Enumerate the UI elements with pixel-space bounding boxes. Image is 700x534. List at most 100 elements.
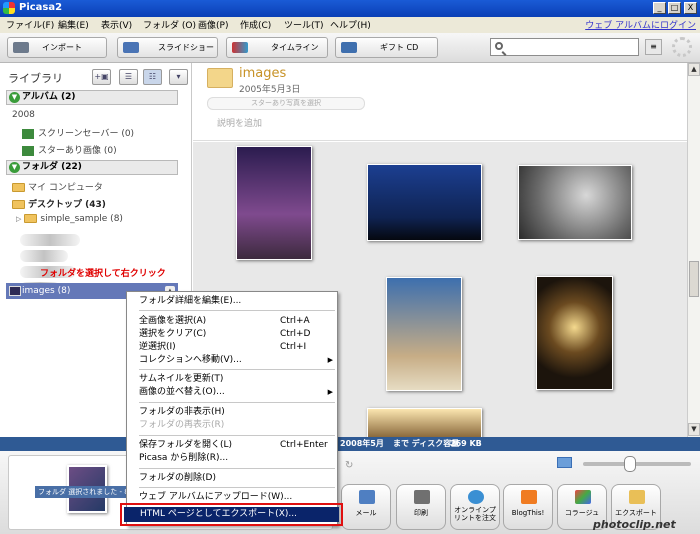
menu-item-label: フォルダの再表示(R) xyxy=(139,420,225,430)
folder-icon xyxy=(12,183,25,192)
add-caption-field[interactable]: 説明を追加 xyxy=(217,116,262,129)
select-starred-button[interactable]: スターあり写真を選択 xyxy=(207,97,365,110)
menu-clear-selection[interactable]: 選択をクリア(C) Ctrl+D xyxy=(139,328,335,340)
maximize-button[interactable]: □ xyxy=(668,2,681,14)
menu-upload-web-album[interactable]: ウェブ アルバムにアップロード(W)... xyxy=(139,491,335,503)
simple-sample-item[interactable]: ▷ simple_sample (8) xyxy=(16,214,123,224)
tree-view-icon[interactable]: ☷ xyxy=(143,69,162,85)
menu-item-label: 画像の並べ替え(O)... xyxy=(139,387,225,397)
zoom-slider-knob[interactable] xyxy=(624,456,636,472)
my-computer-label: マイ コンピュータ xyxy=(28,183,103,193)
folder-context-menu: フォルダ詳細を編集(E)... 全画像を選択(A) Ctrl+A 選択をクリア(C… xyxy=(126,291,338,526)
photo-thumbnail[interactable] xyxy=(536,276,613,390)
scroll-up-icon[interactable]: ▲ xyxy=(688,63,700,76)
window-title: Picasa2 xyxy=(19,2,63,13)
photo-thumbnail[interactable] xyxy=(367,164,482,241)
menu-unhide-folder: フォルダの再表示(R) xyxy=(139,419,335,431)
folder-date: 2005年5月3日 xyxy=(239,85,301,95)
menu-item-label: コレクションへ移動(V)... xyxy=(139,355,242,365)
picasa-app-icon xyxy=(3,2,15,14)
red-callout-box xyxy=(120,503,343,526)
search-input[interactable] xyxy=(490,38,639,56)
import-label: インポート xyxy=(42,43,82,52)
blurred-folder-item[interactable] xyxy=(20,234,80,246)
menu-item-label: フォルダ詳細を編集(E)... xyxy=(139,296,242,306)
slideshow-label: スライドショー xyxy=(158,43,214,52)
album-item-screensaver[interactable]: スクリーンセーバー (0) xyxy=(22,126,134,139)
zoom-slider[interactable] xyxy=(583,462,691,466)
menu-separator xyxy=(139,468,335,469)
timeline-button[interactable]: タイムライン xyxy=(226,37,328,58)
scroll-down-icon[interactable]: ▼ xyxy=(688,423,700,436)
folder-title: images xyxy=(239,66,287,81)
collapse-icon: ▼ xyxy=(9,162,20,173)
scrollbar-thumb[interactable] xyxy=(689,261,699,297)
watermark-text: photoclip.net xyxy=(593,518,676,531)
menu-view[interactable]: 表示(V) xyxy=(101,18,132,31)
order-prints-button[interactable]: オンラインプリントを注文 xyxy=(450,484,500,530)
menu-separator xyxy=(139,369,335,370)
photo-thumbnail[interactable] xyxy=(386,277,462,391)
menu-delete-folder[interactable]: フォルダの削除(D) xyxy=(139,472,335,484)
slideshow-button[interactable]: スライドショー xyxy=(117,37,218,58)
zoom-image-icon xyxy=(557,457,572,468)
folder-group-header[interactable]: ▼ フォルダ (22) xyxy=(6,160,178,175)
photo-thumbnail[interactable] xyxy=(236,146,312,260)
email-icon xyxy=(359,490,375,504)
menu-item-label: サムネイルを更新(T) xyxy=(139,374,224,384)
list-view-icon[interactable]: ☰ xyxy=(119,69,138,85)
camera-icon xyxy=(13,42,29,53)
menu-remove-from-picasa[interactable]: Picasa から削除(R)... xyxy=(139,452,335,464)
menu-select-all[interactable]: 全画像を選択(A) Ctrl+A xyxy=(139,315,335,327)
gift-cd-button[interactable]: ギフト CD xyxy=(335,37,438,58)
my-computer-item[interactable]: マイ コンピュータ xyxy=(12,180,103,193)
menu-create[interactable]: 作成(C) xyxy=(240,18,271,31)
menu-bar: ファイル(F) 編集(E) 表示(V) フォルダ (O) 画像(P) 作成(C)… xyxy=(0,17,700,33)
album-item-starred[interactable]: スターあり画像 (0) xyxy=(22,143,117,156)
search-options-button[interactable]: ≡ xyxy=(645,39,662,55)
menu-open-folder[interactable]: 保存フォルダを開く(L) Ctrl+Enter xyxy=(139,439,335,451)
desktop-item[interactable]: デスクトップ (43) xyxy=(12,197,106,210)
menu-hide-folder[interactable]: フォルダの非表示(H) xyxy=(139,406,335,418)
library-menu-button[interactable]: ▾ xyxy=(169,69,188,85)
search-icon xyxy=(495,42,503,50)
menu-edit[interactable]: 編集(E) xyxy=(58,18,89,31)
email-button[interactable]: メール xyxy=(341,484,391,530)
folder-thumb-icon xyxy=(9,286,21,296)
menu-folder[interactable]: フォルダ (O) xyxy=(143,18,196,31)
tray-selected-text: フォルダ 選択されました - 8 写 xyxy=(35,486,141,498)
album-item-label: スターあり画像 (0) xyxy=(38,146,117,156)
print-button[interactable]: 印刷 xyxy=(396,484,446,530)
cd-icon xyxy=(341,42,357,53)
web-album-login-link[interactable]: ウェブ アルバムにログイン xyxy=(585,18,696,31)
import-button[interactable]: インポート xyxy=(7,37,107,58)
submenu-arrow-icon: ▶ xyxy=(327,388,333,396)
add-album-button[interactable]: +▣ xyxy=(92,69,111,85)
blurred-folder-item[interactable] xyxy=(20,250,68,262)
menu-item-label: 保存フォルダを開く(L) xyxy=(139,440,233,450)
photo-thumbnail[interactable] xyxy=(367,408,482,438)
rotate-icon[interactable]: ↻ xyxy=(345,460,355,471)
menu-edit-folder-details[interactable]: フォルダ詳細を編集(E)... xyxy=(139,295,335,307)
minimize-button[interactable]: _ xyxy=(653,2,666,14)
photo-thumbnail[interactable] xyxy=(518,165,632,240)
export-folder-icon xyxy=(629,490,645,504)
menu-move-to-collection[interactable]: コレクションへ移動(V)... ▶ xyxy=(139,354,335,366)
vertical-scrollbar[interactable]: ▲ ▼ xyxy=(687,63,700,437)
blogthis-button[interactable]: BlogThis! xyxy=(503,484,553,530)
menu-sort-images[interactable]: 画像の並べ替え(O)... ▶ xyxy=(139,386,335,398)
menu-invert-selection[interactable]: 逆選択(I) Ctrl+I xyxy=(139,341,335,353)
album-group-header[interactable]: ▼ アルバム (2) xyxy=(6,90,178,105)
menu-file[interactable]: ファイル(F) xyxy=(6,18,54,31)
export-label: エクスポート xyxy=(615,509,657,517)
print-label: 印刷 xyxy=(414,509,428,517)
menu-help[interactable]: ヘルプ(H) xyxy=(330,18,371,31)
menu-separator xyxy=(139,402,335,403)
close-button[interactable]: X xyxy=(684,2,697,14)
menu-refresh-thumbnails[interactable]: サムネイルを更新(T) xyxy=(139,373,335,385)
menu-shortcut: Ctrl+I xyxy=(280,342,307,352)
timeline-label: タイムライン xyxy=(271,43,319,52)
menu-tools[interactable]: ツール(T) xyxy=(284,18,324,31)
menu-picture[interactable]: 画像(P) xyxy=(198,18,228,31)
status-date: 2008年5月 xyxy=(340,439,384,448)
